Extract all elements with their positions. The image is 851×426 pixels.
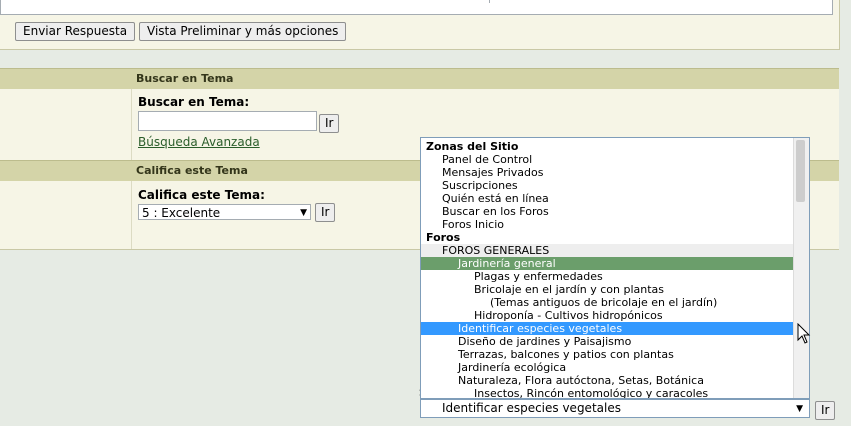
- rate-go-button[interactable]: Ir: [315, 203, 336, 222]
- dropdown-group-label: Foros: [426, 231, 461, 244]
- dropdown-option[interactable]: Mensajes Privados: [421, 166, 794, 179]
- message-textarea[interactable]: [0, 0, 833, 15]
- search-label: Buscar en Tema:: [138, 95, 250, 109]
- dropdown-option[interactable]: Naturaleza, Flora autóctona, Setas, Botá…: [421, 374, 794, 387]
- dropdown-option[interactable]: Diseño de jardines y Paisajismo: [421, 335, 794, 348]
- advanced-search-link[interactable]: Búsqueda Avanzada: [138, 135, 260, 149]
- dropdown-option[interactable]: Hidroponía - Cultivos hidropónicos: [421, 309, 794, 322]
- dropdown-option[interactable]: Terrazas, balcones y patios con plantas: [421, 348, 794, 361]
- dropdown-option[interactable]: Jardinería general: [421, 257, 794, 270]
- search-go-button[interactable]: Ir: [319, 114, 340, 133]
- chevron-down-icon: ▼: [300, 208, 307, 218]
- dropdown-option[interactable]: (Temas antiguos de bricolaje en el jardí…: [421, 296, 794, 309]
- dropdown-group-label: Zonas del Sitio: [426, 140, 519, 153]
- search-input[interactable]: [138, 111, 317, 131]
- chevron-down-icon: ▼: [796, 404, 803, 414]
- forum-jump-go-button[interactable]: Ir: [815, 401, 836, 420]
- dropdown-option[interactable]: Plagas y enfermedades: [421, 270, 794, 283]
- forum-jump-selected-value: Identificar especies vegetales: [442, 401, 621, 415]
- dropdown-option[interactable]: Identificar especies vegetales: [421, 322, 794, 335]
- scrollbar-thumb[interactable]: [796, 140, 805, 202]
- rate-label: Califica este Tema:: [138, 188, 265, 202]
- left-header-strip-2: [0, 160, 131, 181]
- forum-jump-dropdown-list[interactable]: Insectos, Rincón entomológico y caracole…: [420, 137, 810, 399]
- textarea-resize-edge: [489, 0, 490, 3]
- dropdown-option[interactable]: FOROS GENERALES: [421, 244, 794, 257]
- forum-jump-select[interactable]: Identificar especies vegetales ▼: [420, 399, 810, 418]
- dropdown-option[interactable]: Panel de Control: [421, 153, 794, 166]
- send-reply-button[interactable]: Enviar Respuesta: [15, 22, 136, 41]
- rating-select[interactable]: 5 : Excelente ▼: [138, 204, 311, 220]
- rating-selected-value: 5 : Excelente: [142, 206, 221, 220]
- dropdown-option[interactable]: Jardinería ecológica: [421, 361, 794, 374]
- preview-more-options-button[interactable]: Vista Preliminar y más opciones: [139, 22, 347, 41]
- dropdown-option[interactable]: Bricolaje en el jardín y con plantas: [421, 283, 794, 296]
- dropdown-scrollbar[interactable]: [793, 138, 809, 398]
- dropdown-option[interactable]: Buscar en los Foros: [421, 205, 794, 218]
- dropdown-option[interactable]: Suscripciones: [421, 179, 794, 192]
- dropdown-option[interactable]: Foros Inicio: [421, 218, 794, 231]
- dropdown-option[interactable]: Quién está en línea: [421, 192, 794, 205]
- dropdown-option[interactable]: Insectos, Rincón entomológico y caracole…: [421, 387, 794, 398]
- search-section-header: Buscar en Tema: [131, 68, 839, 89]
- left-header-strip: [0, 68, 131, 89]
- mouse-cursor-icon: [797, 323, 811, 344]
